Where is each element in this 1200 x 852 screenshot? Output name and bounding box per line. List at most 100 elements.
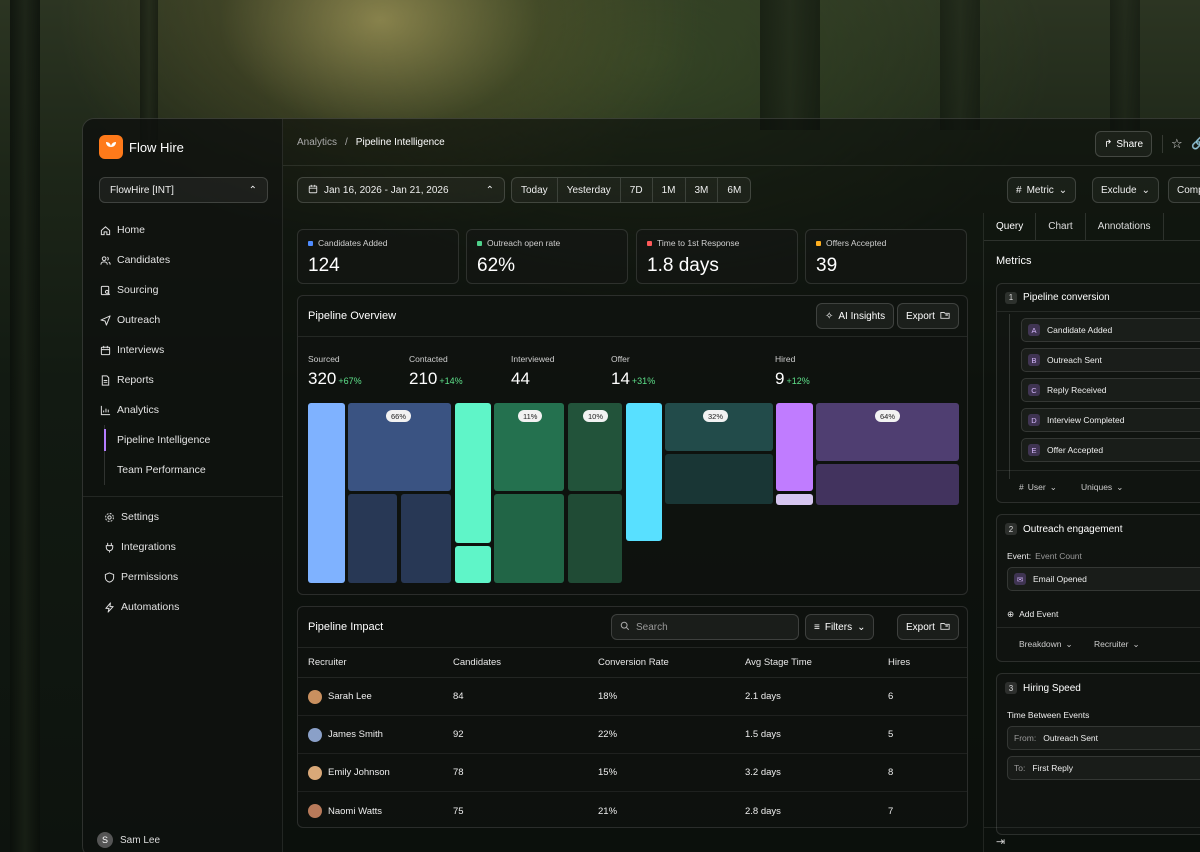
- stage-delta: +67%: [338, 376, 362, 386]
- ai-insights-label: AI Insights: [838, 310, 886, 322]
- org-select[interactable]: FlowHire [INT] ⌃: [99, 177, 268, 203]
- sourced-bar[interactable]: [308, 403, 345, 583]
- tab-chart[interactable]: Chart: [1036, 213, 1086, 240]
- table-row[interactable]: Emily Johnson 78 15% 3.2 days 8: [298, 754, 967, 792]
- date-range-select[interactable]: Jan 16, 2026 - Jan 21, 2026 ⌃: [297, 177, 505, 203]
- to-event-field[interactable]: To: First Reply: [1007, 756, 1200, 780]
- event-row[interactable]: B Outreach Sent: [1021, 348, 1200, 372]
- panel-header: Pipeline Impact Search ≡ Filters ⌄ Expor…: [298, 607, 967, 648]
- add-event-button[interactable]: ⊕ Add Event: [1007, 609, 1058, 620]
- plug-icon: [103, 541, 115, 553]
- link-icon[interactable]: 🔗: [1191, 136, 1200, 150]
- stage-name: Interviewed: [511, 354, 555, 364]
- metric-label: Metric: [1026, 184, 1054, 196]
- kpi-color-dot: [308, 240, 313, 246]
- column-header[interactable]: Candidates: [453, 648, 501, 677]
- kpi-card-offers-accepted[interactable]: Offers Accepted 39: [805, 229, 967, 284]
- table-row[interactable]: Sarah Lee 84 18% 2.1 days 6: [298, 678, 967, 716]
- kpi-label: Time to 1st Response: [657, 238, 740, 248]
- sidebar-item-candidates[interactable]: Candidates: [99, 245, 269, 275]
- candidates-cell: 78: [453, 767, 464, 778]
- column-header[interactable]: Avg Stage Time: [745, 648, 812, 677]
- divider: [1162, 135, 1163, 153]
- sidebar-item-reports[interactable]: Reports: [99, 365, 269, 395]
- sidebar-item-interviews[interactable]: Interviews: [99, 335, 269, 365]
- tab-annotations[interactable]: Annotations: [1086, 213, 1164, 240]
- sidebar-item-label: Candidates: [117, 254, 171, 266]
- contacted-bar-lower: [455, 546, 491, 583]
- metric-header[interactable]: 1 Pipeline conversion: [997, 284, 1200, 312]
- event-row[interactable]: ✉ Email Opened: [1007, 567, 1200, 591]
- hired-bar[interactable]: [776, 403, 813, 491]
- user-menu[interactable]: S Sam Lee: [97, 832, 160, 848]
- compare-button[interactable]: Comp: [1168, 177, 1200, 203]
- metric-header[interactable]: 2 Outreach engagement: [997, 515, 1200, 543]
- event-row[interactable]: D Interview Completed: [1021, 408, 1200, 432]
- contacted-bar[interactable]: [455, 403, 491, 543]
- kpi-card-candidates-added[interactable]: Candidates Added 124: [297, 229, 459, 284]
- sparkle-icon: ✧: [825, 310, 834, 322]
- kpi-card-time-to-response[interactable]: Time to 1st Response 1.8 days: [636, 229, 798, 284]
- event-row[interactable]: C Reply Received: [1021, 378, 1200, 402]
- secondary-nav: Settings Integrations Permissions Automa…: [103, 502, 273, 622]
- user-dropdown[interactable]: # User ⌄: [1019, 482, 1057, 493]
- chevron-down-icon: ⌄: [1116, 482, 1124, 492]
- sidebar-item-pipeline-intelligence[interactable]: Pipeline Intelligence: [104, 425, 269, 455]
- column-header[interactable]: Hires: [888, 648, 910, 677]
- table-row[interactable]: James Smith 92 22% 1.5 days 5: [298, 716, 967, 754]
- metric-header[interactable]: 3 Hiring Speed: [997, 674, 1200, 702]
- uniques-dropdown[interactable]: Uniques ⌄: [1081, 482, 1123, 493]
- share-button[interactable]: ↱ Share: [1095, 131, 1152, 157]
- tab-query[interactable]: Query: [984, 213, 1037, 240]
- export-button[interactable]: Export: [897, 614, 959, 640]
- sidebar-item-automations[interactable]: Automations: [103, 592, 273, 622]
- candidates-cell: 92: [453, 729, 464, 740]
- kpi-value: 62%: [477, 255, 516, 276]
- sidebar-item-label: Integrations: [121, 541, 176, 553]
- brand[interactable]: Flow Hire: [99, 135, 184, 159]
- from-label: From:: [1014, 733, 1037, 743]
- sidebar-item-settings[interactable]: Settings: [103, 502, 273, 532]
- sourced-drop-block: [401, 494, 451, 583]
- user-name: Sam Lee: [120, 834, 161, 846]
- ai-insights-button[interactable]: ✧ AI Insights: [816, 303, 895, 329]
- range-1m-button[interactable]: 1M: [653, 178, 686, 202]
- column-header[interactable]: Recruiter: [308, 648, 347, 677]
- app-window: Flow Hire FlowHire [INT] ⌃ Home Candidat…: [82, 118, 1200, 852]
- range-today-button[interactable]: Today: [512, 178, 558, 202]
- range-yesterday-button[interactable]: Yesterday: [558, 178, 621, 202]
- collapse-panel-icon[interactable]: ⇥: [996, 835, 1005, 848]
- metrics-title: Metrics: [996, 255, 1032, 267]
- breakdown-label: Breakdown: [1019, 639, 1062, 649]
- sidebar-item-sourcing[interactable]: Sourcing: [99, 275, 269, 305]
- recruiter-dropdown[interactable]: Recruiter ⌄: [1094, 639, 1140, 650]
- range-3m-button[interactable]: 3M: [686, 178, 719, 202]
- sidebar-item-home[interactable]: Home: [99, 215, 269, 245]
- hires-cell: 5: [888, 729, 894, 740]
- sidebar-item-outreach[interactable]: Outreach: [99, 305, 269, 335]
- pipeline-overview-panel: Pipeline Overview ✧ AI Insights Export S…: [297, 295, 968, 595]
- filters-button[interactable]: ≡ Filters ⌄: [805, 614, 875, 640]
- sidebar-item-analytics[interactable]: Analytics: [99, 395, 269, 425]
- metric-button[interactable]: # Metric ⌄: [1007, 177, 1077, 203]
- sidebar-item-permissions[interactable]: Permissions: [103, 562, 273, 592]
- breadcrumb-analytics[interactable]: Analytics: [297, 137, 337, 148]
- from-event-field[interactable]: From: Outreach Sent: [1007, 726, 1200, 750]
- share-arrow-icon: ↱: [1103, 138, 1113, 150]
- breakdown-dropdown[interactable]: Breakdown ⌄: [1019, 639, 1073, 650]
- export-button[interactable]: Export: [897, 303, 959, 329]
- range-6m-button[interactable]: 6M: [718, 178, 750, 202]
- range-7d-button[interactable]: 7D: [621, 178, 653, 202]
- kpi-card-outreach-open-rate[interactable]: Outreach open rate 62%: [466, 229, 628, 284]
- column-header[interactable]: Conversion Rate: [598, 648, 669, 677]
- sidebar-item-team-performance[interactable]: Team Performance: [105, 455, 269, 485]
- event-row[interactable]: E Offer Accepted: [1021, 438, 1200, 462]
- offer-bar[interactable]: [626, 403, 662, 541]
- table-row[interactable]: Naomi Watts 75 21% 2.8 days 7: [298, 792, 967, 827]
- star-icon[interactable]: ☆: [1171, 136, 1183, 152]
- search-input[interactable]: Search: [611, 614, 799, 640]
- stage-delta: +31%: [631, 376, 656, 386]
- exclude-button[interactable]: Exclude ⌄: [1092, 177, 1159, 203]
- sidebar-item-integrations[interactable]: Integrations: [103, 532, 273, 562]
- event-row[interactable]: A Candidate Added: [1021, 318, 1200, 342]
